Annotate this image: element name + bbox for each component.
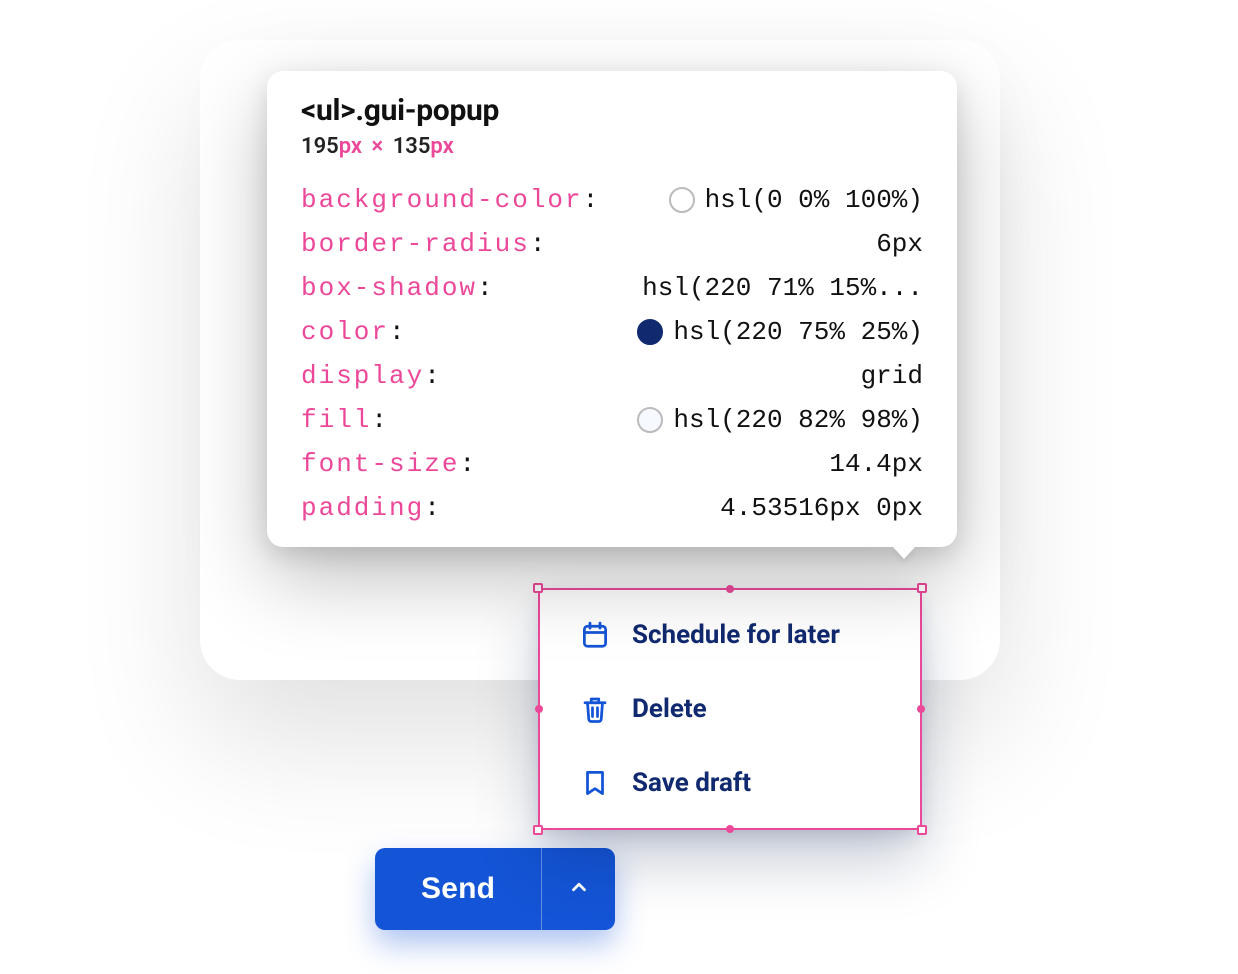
popup-item-delete[interactable]: Delete: [540, 672, 920, 746]
gui-popup-menu[interactable]: Schedule for later Delete Save draft: [540, 590, 920, 828]
color-swatch-icon: [669, 187, 695, 213]
popup-item-schedule[interactable]: Schedule for later: [540, 598, 920, 672]
devtools-style-row: display: grid: [301, 361, 923, 391]
devtools-style-key: fill:: [301, 405, 387, 435]
send-button-label: Send: [421, 872, 495, 905]
send-button[interactable]: Send: [375, 848, 541, 930]
devtools-style-row: border-radius: 6px: [301, 229, 923, 259]
devtools-style-key: color:: [301, 317, 405, 347]
devtools-selector-class: .gui-popup: [355, 93, 499, 128]
devtools-element-tooltip: <ul>.gui-popup 195px × 135px background-…: [267, 71, 957, 547]
devtools-style-value: 14.4px: [829, 449, 923, 479]
chevron-up-icon: [568, 876, 590, 902]
color-swatch-icon: [637, 407, 663, 433]
devtools-style-row: box-shadow: hsl(220 71% 15%...: [301, 273, 923, 303]
devtools-width-unit: px: [339, 134, 362, 159]
devtools-style-key: padding:: [301, 493, 440, 523]
color-swatch-icon: [637, 319, 663, 345]
devtools-style-key: border-radius:: [301, 229, 545, 259]
devtools-style-key: box-shadow:: [301, 273, 493, 303]
devtools-style-value: grid: [861, 361, 923, 391]
devtools-selector: <ul>.gui-popup: [301, 93, 923, 128]
devtools-style-value: hsl(0 0% 100%): [669, 185, 923, 215]
devtools-style-key: display:: [301, 361, 440, 391]
bookmark-icon: [580, 768, 610, 798]
devtools-style-row: fill: hsl(220 82% 98%): [301, 405, 923, 435]
popup-item-label: Schedule for later: [632, 620, 840, 650]
devtools-width-value: 195: [301, 134, 339, 159]
send-split-button[interactable]: Send: [375, 848, 615, 930]
devtools-style-value: hsl(220 82% 98%): [637, 405, 923, 435]
selection-handle-icon: [917, 825, 927, 835]
devtools-times: ×: [372, 134, 384, 159]
popup-item-label: Save draft: [632, 768, 751, 798]
devtools-style-row: font-size: 14.4px: [301, 449, 923, 479]
calendar-icon: [580, 620, 610, 650]
devtools-style-row: background-color: hsl(0 0% 100%): [301, 185, 923, 215]
devtools-style-row: padding: 4.53516px 0px: [301, 493, 923, 523]
devtools-style-value: hsl(220 71% 15%...: [642, 273, 923, 303]
devtools-dimensions: 195px × 135px: [301, 134, 923, 159]
devtools-style-list: background-color: hsl(0 0% 100%) border-…: [301, 185, 923, 523]
devtools-selector-tag: <ul>: [301, 93, 355, 128]
devtools-style-key: font-size:: [301, 449, 475, 479]
devtools-height-unit: px: [430, 134, 453, 159]
popup-item-label: Delete: [632, 694, 707, 724]
devtools-style-row: color: hsl(220 75% 25%): [301, 317, 923, 347]
popup-item-save-draft[interactable]: Save draft: [540, 746, 920, 820]
devtools-style-key: background-color:: [301, 185, 598, 215]
devtools-style-value: 4.53516px 0px: [720, 493, 923, 523]
trash-icon: [580, 694, 610, 724]
send-more-button[interactable]: [541, 848, 615, 930]
devtools-style-value: 6px: [876, 229, 923, 259]
devtools-height-value: 135: [393, 134, 431, 159]
devtools-style-value: hsl(220 75% 25%): [637, 317, 923, 347]
